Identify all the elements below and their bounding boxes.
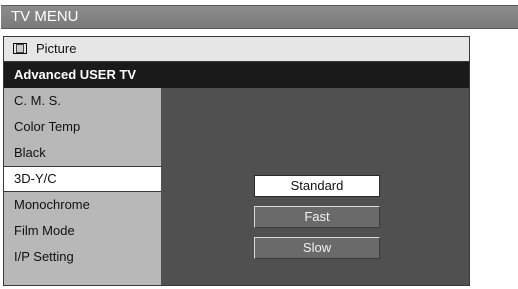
menu-item-monochrome[interactable]: Monochrome (4, 192, 161, 218)
option-label: Standard (290, 178, 344, 193)
menu-item-color-temp[interactable]: Color Temp (4, 114, 161, 140)
submenu-title: Advanced USER TV (4, 62, 469, 88)
menu-item-label: I/P Setting (14, 249, 74, 264)
menu-item-label: Color Temp (14, 119, 81, 134)
option-fast-button[interactable]: Fast (254, 206, 380, 228)
menu-item-3d-yc[interactable]: 3D-Y/C (4, 166, 161, 192)
option-label: Fast (304, 209, 330, 224)
picture-section-header[interactable]: Picture (4, 37, 469, 62)
menu-item-label: 3D-Y/C (14, 171, 57, 186)
menu-item-cms[interactable]: C. M. S. (4, 88, 161, 114)
menu-item-ip-setting[interactable]: I/P Setting (4, 244, 161, 270)
menu-item-black[interactable]: Black (4, 140, 161, 166)
window-title-bar: TV MENU (1, 5, 518, 29)
options-panel: Standard Fast Slow (161, 88, 469, 285)
menu-item-label: Film Mode (14, 223, 75, 238)
window-title: TV MENU (11, 8, 79, 25)
tv-menu-panel: Picture Advanced USER TV C. M. S. Color … (3, 36, 470, 286)
menu-item-label: C. M. S. (14, 93, 61, 108)
menu-item-label: Black (14, 145, 46, 160)
option-slow-button[interactable]: Slow (254, 237, 380, 259)
option-standard-button[interactable]: Standard (254, 175, 380, 197)
picture-icon (13, 43, 27, 54)
menu-item-label: Monochrome (14, 197, 90, 212)
settings-list: C. M. S. Color Temp Black 3D-Y/C Monochr… (4, 88, 161, 285)
menu-item-film-mode[interactable]: Film Mode (4, 218, 161, 244)
picture-section-label: Picture (36, 41, 77, 56)
option-label: Slow (302, 240, 332, 255)
